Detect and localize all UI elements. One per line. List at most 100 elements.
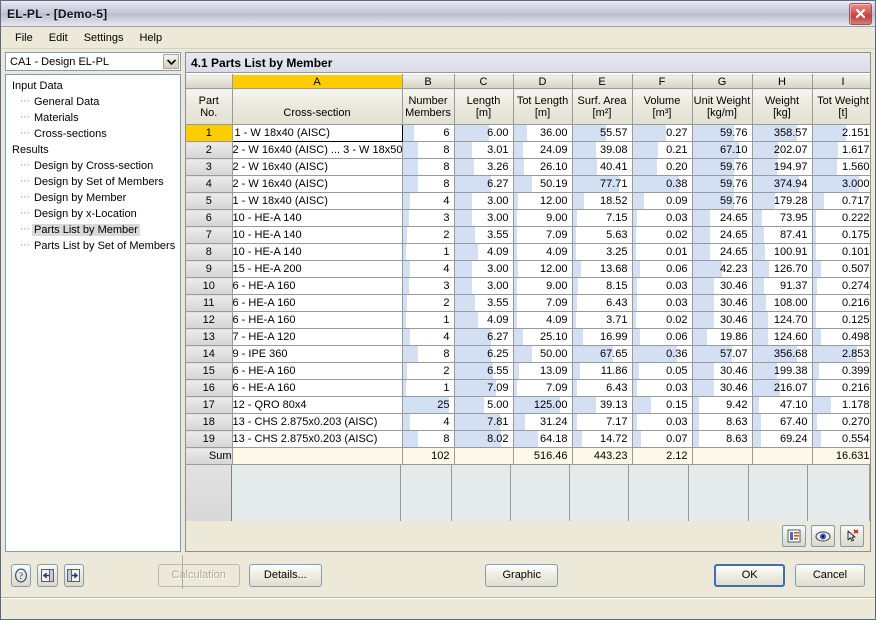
cell-unit-weight[interactable]: 8.63	[692, 430, 753, 448]
tree-item-design-by-cross-section[interactable]: ⋯ Design by Cross-section	[10, 158, 178, 174]
cancel-button[interactable]: Cancel	[794, 563, 866, 587]
tree-item-general-data[interactable]: ⋯ General Data	[10, 94, 178, 110]
cell-unit-weight[interactable]: 30.46	[692, 379, 753, 397]
select-cursor-icon[interactable]	[840, 525, 864, 547]
parts-list-table-container[interactable]: A B C D E F G H I Part No. Cross-section…	[186, 73, 870, 521]
row-number-cell[interactable]: 16	[186, 379, 233, 397]
table-row[interactable]: 10 6 - HE-A 160 3 3.00 9.00 8.15 0.03 30.46 91.3…	[186, 277, 870, 295]
cell-cross-section[interactable]: 7 - HE-A 120	[232, 328, 403, 346]
cell-tot-weight[interactable]: 0.175	[812, 226, 870, 244]
cell-volume[interactable]: 0.38	[632, 175, 693, 193]
cell-surf-area[interactable]: 5.63	[572, 226, 633, 244]
cell-number-members[interactable]: 1	[402, 379, 455, 397]
cell-number-members[interactable]: 8	[402, 345, 455, 363]
table-row[interactable]: 51 - W 18x40 (AISC) 4 3.00 12.00 18.52 0.09 59…	[186, 192, 870, 210]
cell-tot-length[interactable]: 125.00	[513, 396, 573, 414]
cell-surf-area[interactable]: 40.41	[572, 158, 633, 176]
cell-number-members[interactable]: 1	[402, 243, 455, 261]
cell-weight[interactable]: 216.07	[752, 379, 813, 397]
cell-weight[interactable]: 194.97	[752, 158, 813, 176]
cell-length[interactable]: 5.00	[454, 396, 514, 414]
cell-tot-length[interactable]: 31.24	[513, 413, 573, 431]
cell-tot-weight[interactable]: 2.853	[812, 345, 870, 363]
cell-unit-weight[interactable]: 24.65	[692, 209, 753, 227]
cell-tot-weight[interactable]: 1.617	[812, 141, 870, 159]
cell-surf-area[interactable]: 7.15	[572, 209, 633, 227]
cell-tot-weight[interactable]: 0.507	[812, 260, 870, 278]
cell-number-members[interactable]: 3	[402, 277, 455, 295]
column-letter-b[interactable]: B	[402, 74, 455, 89]
cell-cross-section[interactable]: 2 - W 16x40 (AISC) ... 3 - W 18x50	[232, 141, 403, 159]
menu-item-file[interactable]: File	[7, 30, 41, 46]
cell-length[interactable]: 3.55	[454, 294, 514, 312]
cell-number-members[interactable]: 2	[402, 294, 455, 312]
cell-length[interactable]: 6.27	[454, 175, 514, 193]
details-button[interactable]: Details...	[248, 563, 323, 587]
cell-unit-weight[interactable]: 59.76	[692, 175, 753, 193]
menu-item-help[interactable]: Help	[131, 30, 170, 46]
cell-cross-section[interactable]: 6 - HE-A 160	[232, 311, 403, 329]
column-letter-a[interactable]: A	[232, 74, 403, 89]
tree-item-parts-list-by-set-of-members[interactable]: ⋯ Parts List by Set of Members	[10, 238, 178, 254]
help-icon[interactable]: ?	[11, 563, 32, 587]
cell-tot-weight[interactable]: 0.717	[812, 192, 870, 210]
cell-weight[interactable]: 91.37	[752, 277, 813, 295]
cell-weight[interactable]: 126.70	[752, 260, 813, 278]
row-number-cell[interactable]: 18	[186, 413, 233, 431]
row-number-cell[interactable]: 4	[186, 175, 233, 193]
table-row[interactable]: 12 6 - HE-A 160 1 4.09 4.09 3.71 0.02 30.46 124.…	[186, 311, 870, 329]
column-letter-e[interactable]: E	[572, 74, 633, 89]
cell-tot-weight[interactable]: 0.125	[812, 311, 870, 329]
cell-length[interactable]: 3.55	[454, 226, 514, 244]
column-letter-i[interactable]: I	[812, 74, 870, 89]
cell-volume[interactable]: 0.03	[632, 277, 693, 295]
menu-item-settings[interactable]: Settings	[76, 30, 132, 46]
cell-volume[interactable]: 0.21	[632, 141, 693, 159]
cell-unit-weight[interactable]: 30.46	[692, 311, 753, 329]
cell-length[interactable]: 3.00	[454, 277, 514, 295]
cell-number-members[interactable]: 25	[402, 396, 455, 414]
cell-volume[interactable]: 0.20	[632, 158, 693, 176]
cell-surf-area[interactable]: 39.08	[572, 141, 633, 159]
table-row[interactable]: 32 - W 16x40 (AISC) 8 3.26 26.10 40.41 0.20 59…	[186, 158, 870, 176]
cell-tot-length[interactable]: 7.09	[513, 294, 573, 312]
cell-surf-area[interactable]: 3.71	[572, 311, 633, 329]
cell-volume[interactable]: 0.02	[632, 311, 693, 329]
cell-surf-area[interactable]: 55.57	[572, 124, 633, 142]
row-number-cell[interactable]: 3	[186, 158, 233, 176]
cell-weight[interactable]: 73.95	[752, 209, 813, 227]
cell-cross-section[interactable]: 6 - HE-A 160	[232, 362, 403, 380]
table-row[interactable]: 18 13 - CHS 2.875x0.203 (AISC) 4 7.81 31.24 7…	[186, 413, 870, 431]
cell-weight[interactable]: 100.91	[752, 243, 813, 261]
cell-tot-length[interactable]: 36.00	[513, 124, 573, 142]
column-letter-h[interactable]: H	[752, 74, 813, 89]
table-row[interactable]: 8 10 - HE-A 140 1 4.09 4.09 3.25 0.01 24.65 100.…	[186, 243, 870, 261]
cell-tot-weight[interactable]: 0.554	[812, 430, 870, 448]
cell-weight[interactable]: 202.07	[752, 141, 813, 159]
cell-tot-length[interactable]: 9.00	[513, 277, 573, 295]
tree-item-materials[interactable]: ⋯ Materials	[10, 110, 178, 126]
cell-number-members[interactable]: 4	[402, 260, 455, 278]
cell-length[interactable]: 6.25	[454, 345, 514, 363]
cell-volume[interactable]: 0.03	[632, 379, 693, 397]
menu-item-edit[interactable]: Edit	[41, 30, 76, 46]
cell-cross-section[interactable]: 10 - HE-A 140	[232, 226, 403, 244]
cell-surf-area[interactable]: 77.71	[572, 175, 633, 193]
table-row[interactable]: 6 10 - HE-A 140 3 3.00 9.00 7.15 0.03 24.65 73.9…	[186, 209, 870, 227]
cell-length[interactable]: 6.00	[454, 124, 514, 142]
cell-number-members[interactable]: 8	[402, 158, 455, 176]
cell-number-members[interactable]: 4	[402, 328, 455, 346]
cell-weight[interactable]: 47.10	[752, 396, 813, 414]
cell-length[interactable]: 4.09	[454, 243, 514, 261]
cell-surf-area[interactable]: 18.52	[572, 192, 633, 210]
cell-cross-section[interactable]: 2 - W 16x40 (AISC)	[232, 158, 403, 176]
cell-volume[interactable]: 0.09	[632, 192, 693, 210]
cell-tot-length[interactable]: 13.09	[513, 362, 573, 380]
cell-tot-weight[interactable]: 0.101	[812, 243, 870, 261]
cell-volume[interactable]: 0.36	[632, 345, 693, 363]
table-row[interactable]: 17 12 - QRO 80x4 25 5.00 125.00 39.13 0.15 9.42…	[186, 396, 870, 414]
cell-cross-section[interactable]: 13 - CHS 2.875x0.203 (AISC)	[232, 430, 403, 448]
cell-tot-weight[interactable]: 0.222	[812, 209, 870, 227]
table-row[interactable]: 42 - W 16x40 (AISC) 8 6.27 50.19 77.71 0.38 59…	[186, 175, 870, 193]
cell-tot-length[interactable]: 50.19	[513, 175, 573, 193]
